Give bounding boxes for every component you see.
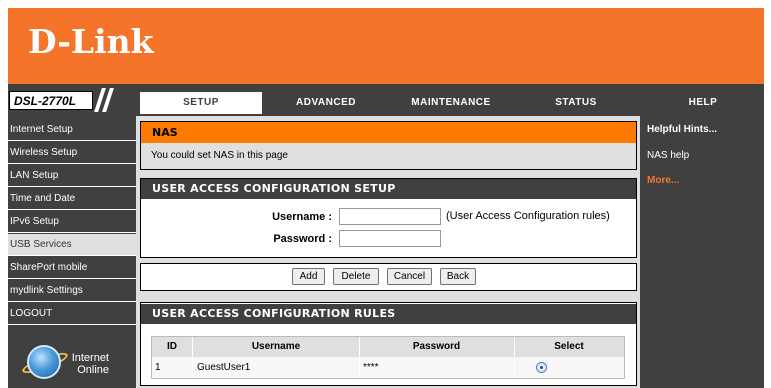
back-button[interactable]: Back <box>440 268 476 285</box>
cancel-button[interactable]: Cancel <box>387 268 432 285</box>
sidebar-item-mydlink-settings[interactable]: mydlink Settings <box>8 280 136 302</box>
nas-help-link[interactable]: NAS help <box>647 150 689 161</box>
sidebar-item-internet-setup[interactable]: Internet Setup <box>8 119 136 141</box>
password-input[interactable] <box>339 230 441 247</box>
model-name: DSL-2770L <box>14 94 77 108</box>
row-id: 1 <box>155 362 161 373</box>
dlink-logo: D-Link <box>28 22 154 61</box>
add-button[interactable]: Add <box>292 268 325 285</box>
tab-maintenance[interactable]: MAINTENANCE <box>390 92 512 114</box>
tab-advanced[interactable]: ADVANCED <box>265 92 387 114</box>
row-username: GuestUser1 <box>197 362 251 373</box>
tab-help[interactable]: HELP <box>643 92 763 114</box>
delete-button[interactable]: Delete <box>333 268 379 285</box>
sidebar-item-usb-services[interactable]: USB Services <box>8 234 136 256</box>
model-badge: DSL-2770L <box>9 91 93 110</box>
internet-status-line2: Online <box>77 364 109 376</box>
nas-description: You could set NAS in this page <box>141 143 636 169</box>
nas-title: NAS <box>141 122 636 143</box>
column-header-password: Password <box>412 341 461 352</box>
sidebar-item-time-and-date[interactable]: Time and Date <box>8 188 136 210</box>
tab-status[interactable]: STATUS <box>515 92 637 114</box>
column-header-select: Select <box>554 341 584 352</box>
column-divider <box>359 337 360 378</box>
sidebar-item-ipv6-setup[interactable]: IPv6 Setup <box>8 211 136 233</box>
password-label: Password : <box>273 233 332 245</box>
more-link[interactable]: More... <box>647 175 679 186</box>
internet-status: Internet Online <box>65 352 109 376</box>
column-divider <box>192 337 193 378</box>
column-divider <box>514 337 515 378</box>
row-password: **** <box>363 362 379 373</box>
column-header-id: ID <box>167 341 177 352</box>
sidebar-item-shareport-mobile[interactable]: SharePort mobile <box>8 257 136 279</box>
sidebar-item-wireless-setup[interactable]: Wireless Setup <box>8 142 136 164</box>
help-title: Helpful Hints... <box>647 124 717 135</box>
row-select-radio[interactable] <box>536 362 547 373</box>
radio-selected-dot <box>540 366 543 369</box>
tab-setup[interactable]: SETUP <box>140 92 262 114</box>
column-header-username: Username <box>251 341 301 352</box>
user-access-setup-title: USER ACCESS CONFIGURATION SETUP <box>141 179 636 199</box>
sidebar-item-logout[interactable]: LOGOUT <box>8 303 136 325</box>
username-input[interactable] <box>339 208 441 225</box>
user-access-rules-title: USER ACCESS CONFIGURATION RULES <box>141 304 636 324</box>
sidebar-item-lan-setup[interactable]: LAN Setup <box>8 165 136 187</box>
internet-status-line1: Internet <box>71 352 109 364</box>
globe-icon <box>27 345 61 379</box>
username-note: (User Access Configuration rules) <box>446 210 610 222</box>
username-label: Username : <box>272 211 332 223</box>
